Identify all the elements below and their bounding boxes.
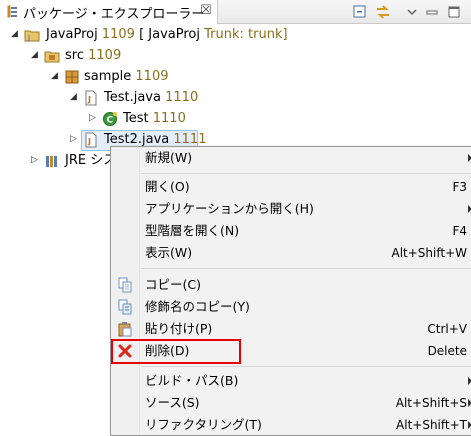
- collapsed-arrow-icon[interactable]: ▷: [70, 129, 80, 150]
- tab-title: パッケージ・エクスプローラー: [23, 7, 205, 22]
- collapsed-arrow-icon[interactable]: ▷: [89, 108, 99, 129]
- java-file-icon: J: [85, 90, 97, 106]
- menu-item-new[interactable]: 新規(W): [111, 147, 471, 169]
- menu-item-copy-qualified-name[interactable]: 修飾名のコピー(Y): [111, 296, 471, 318]
- tree-row-test-class[interactable]: ▷ C Test 1110: [0, 108, 471, 129]
- view-toolbar: パッケージ・エクスプローラー ☒: [0, 0, 471, 24]
- paste-icon: [118, 322, 132, 337]
- source-folder-icon: [44, 51, 60, 63]
- expanded-arrow-icon[interactable]: ◢: [70, 87, 80, 108]
- menu-separator: [141, 366, 471, 367]
- jre-label: JRE シス: [65, 153, 117, 168]
- svg-text:J: J: [87, 95, 91, 104]
- minimize-icon[interactable]: [424, 4, 440, 20]
- file-label: Test.java 1110: [104, 90, 199, 105]
- expanded-arrow-icon[interactable]: ◢: [11, 24, 21, 45]
- view-menu-icon[interactable]: [404, 4, 420, 20]
- java-file-icon: J: [85, 132, 97, 148]
- link-with-editor-icon[interactable]: [375, 4, 391, 20]
- tree-row-src[interactable]: ◢ src 1109: [0, 45, 471, 66]
- menu-item-open-type-hierarchy[interactable]: 型階層を開く(N) F4: [111, 220, 471, 242]
- menu-item-build-path[interactable]: ビルド・パス(B): [111, 370, 471, 392]
- package-label: sample 1109: [84, 69, 169, 84]
- menu-item-source[interactable]: ソース(S) Alt+Shift+S: [111, 392, 471, 414]
- menu-separator: [141, 173, 471, 174]
- expanded-arrow-icon[interactable]: ◢: [31, 45, 41, 66]
- menu-item-show-in[interactable]: 表示(W) Alt+Shift+W: [111, 242, 471, 264]
- maximize-icon[interactable]: [446, 4, 462, 20]
- class-icon: C: [103, 112, 117, 126]
- context-menu: 新規(W) 開く(O) F3 アプリケーションから開く(H) 型階層を開く(N)…: [110, 146, 471, 436]
- menu-item-copy[interactable]: コピー(C): [111, 274, 471, 296]
- project-label: JavaProj 1109 [ JavaProj Trunk: trunk]: [46, 27, 288, 42]
- close-icon[interactable]: ☒: [200, 3, 212, 18]
- copy-qualified-name-icon: [118, 299, 132, 315]
- java-project-icon: J: [24, 30, 40, 42]
- package-explorer-tab[interactable]: パッケージ・エクスプローラー ☒: [0, 0, 218, 24]
- menu-item-refactor[interactable]: リファクタリング(T) Alt+Shift+T: [111, 414, 471, 436]
- delete-highlight-annotation: [111, 339, 241, 364]
- expanded-arrow-icon[interactable]: ◢: [51, 66, 61, 87]
- class-label: Test 1110: [123, 111, 186, 126]
- collapsed-arrow-icon[interactable]: ▷: [31, 150, 41, 171]
- package-icon: [65, 70, 79, 84]
- tree-row-project[interactable]: ◢ J JavaProj 1109 [ JavaProj Trunk: trun…: [0, 24, 471, 45]
- collapse-all-icon[interactable]: [352, 4, 368, 20]
- menu-item-open[interactable]: 開く(O) F3: [111, 176, 471, 198]
- svg-text:C: C: [107, 116, 114, 126]
- menu-item-open-with[interactable]: アプリケーションから開く(H): [111, 198, 471, 220]
- package-explorer-icon: [7, 5, 17, 18]
- menu-item-paste[interactable]: 貼り付け(P) Ctrl+V: [111, 318, 471, 340]
- library-icon: [46, 156, 57, 167]
- svg-text:J: J: [87, 137, 91, 146]
- tree-row-test-java[interactable]: ◢ J Test.java 1110: [0, 87, 471, 108]
- tree-row-package[interactable]: ◢ sample 1109: [0, 66, 471, 87]
- copy-icon: [118, 277, 132, 293]
- src-label: src 1109: [65, 48, 122, 63]
- menu-separator: [141, 268, 471, 269]
- svg-text:J: J: [27, 34, 30, 42]
